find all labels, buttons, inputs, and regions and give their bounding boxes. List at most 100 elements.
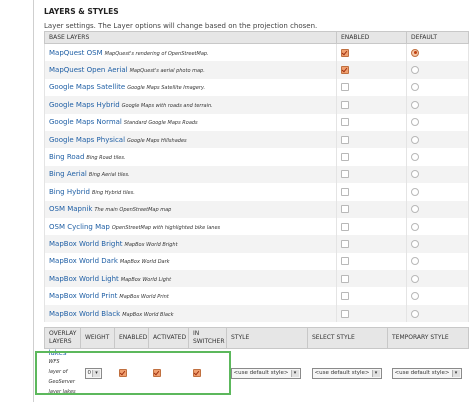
base-layer-name-link[interactable]: MapBox World Bright (49, 240, 123, 248)
base-layer-enabled-checkbox[interactable] (341, 239, 349, 248)
base-layer-name-link[interactable]: MapBox World Black (49, 310, 120, 318)
base-layer-default-radio[interactable] (411, 48, 419, 57)
overlay-layer-name-link[interactable]: lakes (49, 349, 67, 357)
base-layer-name-link[interactable]: MapQuest Open Aerial (49, 66, 128, 74)
base-layer-default-radio[interactable] (411, 274, 419, 283)
base-layer-enabled-checkbox[interactable] (341, 83, 349, 92)
base-layer-row: Google Maps Normal Standard Google Maps R… (44, 113, 469, 131)
overlay-enabled-checkbox[interactable] (118, 369, 127, 377)
base-layer-name-link[interactable]: Google Maps Normal (49, 118, 122, 126)
base-layer-default-cell (406, 61, 469, 79)
base-layer-enabled-checkbox[interactable] (341, 292, 349, 301)
base-layer-default-cell (406, 304, 469, 323)
base-layer-name-link[interactable]: MapBox World Light (49, 275, 119, 283)
base-layer-default-radio[interactable] (411, 205, 419, 214)
base-layer-default-radio[interactable] (411, 187, 419, 196)
base-layer-default-radio[interactable] (411, 292, 419, 301)
overlay-activated-checkbox[interactable] (152, 369, 161, 377)
temporary-style-select[interactable]: <use default style> ▾ (391, 367, 462, 379)
base-layer-enabled-checkbox[interactable] (341, 309, 349, 318)
select-style-header: SELECT STYLE (307, 327, 388, 349)
overlay-layer-desc-line2: GeoServer (48, 379, 75, 385)
base-layer-enabled-checkbox[interactable] (341, 274, 349, 283)
overlay-layer-desc-line1: layer of (48, 369, 68, 375)
style-select-value: <use default style> (233, 369, 289, 376)
base-layer-default-radio[interactable] (411, 83, 419, 92)
select-style-select[interactable]: <use default style> ▾ (311, 367, 382, 379)
overlay-layer-type: WFS (48, 359, 60, 365)
base-layer-description: Bing Aerial tiles. (88, 172, 130, 179)
base-layer-default-cell (406, 43, 469, 62)
base-layer-row: Google Maps Hybrid Google Maps with roads… (44, 96, 469, 114)
base-layer-enabled-checkbox[interactable] (341, 153, 349, 162)
base-layer-enabled-checkbox[interactable] (341, 222, 349, 231)
base-layer-cell: Google Maps Hybrid Google Maps with roads… (44, 96, 337, 114)
temporary-style-cell: <use default style> ▾ (387, 348, 469, 397)
base-layer-enabled-checkbox[interactable] (341, 187, 349, 196)
base-layer-description: MapBox World Bright (124, 241, 178, 248)
base-layer-enabled-checkbox[interactable] (341, 257, 349, 266)
base-layer-name-link[interactable]: Bing Hybrid (49, 188, 90, 196)
base-layer-name-link[interactable]: Bing Road (49, 153, 84, 161)
base-layer-enabled-cell (336, 96, 407, 114)
base-layer-enabled-checkbox[interactable] (341, 66, 349, 75)
base-layer-default-cell (406, 148, 469, 166)
base-layer-default-cell (406, 287, 469, 305)
base-layer-enabled-checkbox[interactable] (341, 48, 349, 57)
base-layer-default-radio[interactable] (411, 118, 419, 127)
base-layer-name-link[interactable]: MapBox World Dark (49, 257, 118, 265)
base-layer-enabled-cell (336, 61, 407, 79)
base-layer-name-link[interactable]: OSM Cycling Map (49, 223, 110, 231)
base-layer-default-cell (406, 270, 469, 288)
base-layer-enabled-cell (336, 270, 407, 288)
weight-select[interactable]: 0 ▾ (84, 367, 102, 379)
base-layer-enabled-cell (336, 217, 407, 236)
weight-header: WEIGHT (80, 327, 115, 349)
base-layer-row: MapBox World Dark MapBox World Dark (44, 252, 469, 271)
style-select[interactable]: <use default style> ▾ (230, 367, 301, 379)
base-layer-default-radio[interactable] (411, 100, 419, 109)
base-layer-default-radio[interactable] (411, 239, 419, 248)
base-layer-name-link[interactable]: Google Maps Physical (49, 136, 125, 144)
overlay-in-switcher-checkbox[interactable] (192, 369, 201, 377)
base-layer-cell: MapBox World Black MapBox World Black (44, 304, 337, 323)
base-layer-description: MapBox World Black (122, 311, 174, 318)
base-layers-header-row: BASE LAYERS ENABLED DEFAULT (44, 31, 469, 44)
base-layer-default-cell (406, 235, 469, 253)
base-layer-default-radio[interactable] (411, 66, 419, 75)
base-layer-enabled-checkbox[interactable] (341, 205, 349, 214)
base-layer-name-link[interactable]: Google Maps Hybrid (49, 101, 120, 109)
base-layer-default-radio[interactable] (411, 170, 419, 179)
base-layer-description: Google Maps Hillshades (127, 137, 187, 144)
base-layer-default-cell (406, 113, 469, 131)
base-layer-cell: Google Maps Normal Standard Google Maps R… (44, 113, 337, 131)
overlay-row-lakes: lakes WFS layer of GeoServer layer lakes… (44, 348, 469, 397)
base-layers-table: BASE LAYERS ENABLED DEFAULT MapQuest OSM… (44, 31, 469, 323)
base-layer-default-radio[interactable] (411, 257, 419, 266)
base-layer-enabled-cell (336, 200, 407, 218)
base-layer-row: Bing Aerial Bing Aerial tiles. (44, 165, 469, 184)
base-layer-name-link[interactable]: MapQuest OSM (49, 49, 103, 57)
base-layer-default-radio[interactable] (411, 309, 419, 318)
dropdown-arrow-icon: ▾ (92, 369, 100, 377)
base-layer-enabled-cell (336, 113, 407, 131)
base-layer-default-radio[interactable] (411, 222, 419, 231)
dropdown-arrow-icon: ▾ (451, 369, 460, 377)
in-switcher-header: IN SWITCHER (188, 327, 227, 349)
overlay-enabled-cell (114, 348, 149, 397)
base-layer-default-radio[interactable] (411, 135, 419, 144)
base-layer-cell: Google Maps Physical Google Maps Hillshad… (44, 130, 337, 149)
base-layer-name-link[interactable]: MapBox World Print (49, 292, 117, 300)
select-style-value: <use default style> (314, 369, 370, 376)
base-layer-enabled-checkbox[interactable] (341, 100, 349, 109)
base-layer-description: Google Maps with roads and terrain. (121, 102, 213, 109)
base-layer-enabled-checkbox[interactable] (341, 135, 349, 144)
base-layer-description: Bing Road tiles. (86, 155, 126, 162)
base-layer-cell: MapBox World Dark MapBox World Dark (44, 252, 337, 271)
base-layer-enabled-checkbox[interactable] (341, 170, 349, 179)
base-layer-enabled-checkbox[interactable] (341, 118, 349, 127)
base-layer-name-link[interactable]: Google Maps Satellite (49, 83, 125, 91)
base-layer-name-link[interactable]: OSM Mapnik (49, 205, 92, 213)
base-layer-default-radio[interactable] (411, 153, 419, 162)
base-layer-name-link[interactable]: Bing Aerial (49, 170, 87, 178)
